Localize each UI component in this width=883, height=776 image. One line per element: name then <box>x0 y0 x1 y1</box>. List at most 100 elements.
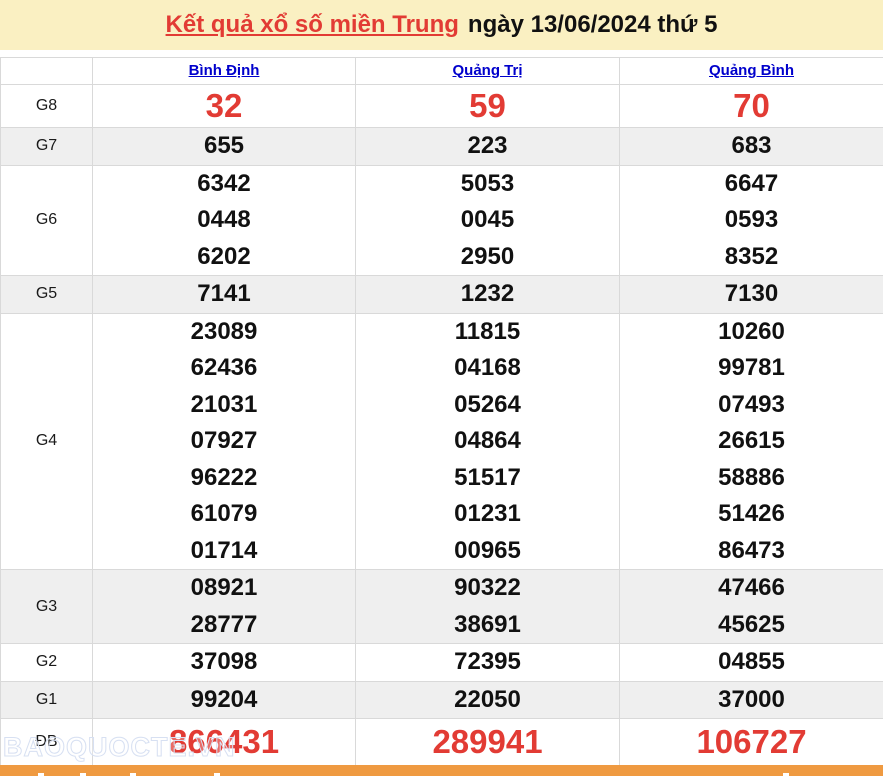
prize-value: 37000 <box>620 682 883 719</box>
prize-value: 6342 <box>93 166 355 203</box>
prize-cell: 04855 <box>620 644 883 682</box>
prize-value: 6647 <box>620 166 883 203</box>
prize-value: 866431 <box>93 719 355 765</box>
prize-value: 70 <box>620 85 883 127</box>
prize-cell: 72395 <box>356 644 620 682</box>
prize-value: 37098 <box>93 644 355 681</box>
title-link[interactable]: Kết quả xổ số miền Trung <box>166 11 459 39</box>
prize-label: G7 <box>1 128 93 166</box>
prize-value: 7130 <box>620 276 883 313</box>
column-header: Quảng Trị <box>356 58 620 85</box>
prize-value: 90322 <box>356 570 619 607</box>
prize-value: 99204 <box>93 682 355 719</box>
prize-row: G3089212877790322386914746645625 <box>1 570 883 644</box>
prize-row: G423089624362103107927962226107901714118… <box>1 313 883 570</box>
prize-value: 96222 <box>93 460 355 497</box>
prize-value: 04864 <box>356 423 619 460</box>
prize-value: 51517 <box>356 460 619 497</box>
prize-value: 2950 <box>356 239 619 276</box>
prize-value: 655 <box>93 128 355 165</box>
prize-cell: 289941 <box>356 719 620 766</box>
prize-cell: 505300452950 <box>356 165 620 276</box>
prize-cell: 664705938352 <box>620 165 883 276</box>
prize-cell: 59 <box>356 85 620 128</box>
prize-cell: 10260997810749326615588865142686473 <box>620 313 883 570</box>
prize-value: 72395 <box>356 644 619 681</box>
prize-row: G5714112327130 <box>1 276 883 314</box>
column-header-link[interactable]: Quảng Bình <box>709 62 794 79</box>
prize-cell: 223 <box>356 128 620 166</box>
prize-cell: 22050 <box>356 681 620 719</box>
prize-cell: 11815041680526404864515170123100965 <box>356 313 620 570</box>
prize-value: 59 <box>356 85 619 127</box>
prize-value: 5053 <box>356 166 619 203</box>
prize-value: 0045 <box>356 202 619 239</box>
prize-value: 86473 <box>620 533 883 570</box>
prize-row: G8325970 <box>1 85 883 128</box>
prize-value: 01231 <box>356 496 619 533</box>
column-header-link[interactable]: Bình Định <box>189 62 260 79</box>
prize-value: 47466 <box>620 570 883 607</box>
column-header-link[interactable]: Quảng Trị <box>452 62 522 79</box>
corner-cell <box>1 58 93 85</box>
bottom-bar <box>0 765 883 776</box>
prize-row: G6634204486202505300452950664705938352 <box>1 165 883 276</box>
prize-value: 51426 <box>620 496 883 533</box>
prize-value: 106727 <box>620 719 883 765</box>
prize-value: 32 <box>93 85 355 127</box>
prize-value: 07927 <box>93 423 355 460</box>
prize-value: 22050 <box>356 682 619 719</box>
prize-value: 08921 <box>93 570 355 607</box>
prize-cell: 683 <box>620 128 883 166</box>
prize-value: 38691 <box>356 607 619 644</box>
prize-value: 223 <box>356 128 619 165</box>
prize-cell: 32 <box>93 85 356 128</box>
prize-cell: 7141 <box>93 276 356 314</box>
prize-cell: 634204486202 <box>93 165 356 276</box>
column-header: Quảng Bình <box>620 58 883 85</box>
prize-value: 1232 <box>356 276 619 313</box>
prize-value: 0448 <box>93 202 355 239</box>
prize-value: 07493 <box>620 387 883 424</box>
prize-value: 7141 <box>93 276 355 313</box>
prize-cell: 655 <box>93 128 356 166</box>
prize-value: 23089 <box>93 314 355 351</box>
prize-value: 45625 <box>620 607 883 644</box>
prize-value: 21031 <box>93 387 355 424</box>
prize-value: 6202 <box>93 239 355 276</box>
prize-value: 62436 <box>93 350 355 387</box>
prize-label: G3 <box>1 570 93 644</box>
prize-cell: 1232 <box>356 276 620 314</box>
prize-cell: 4746645625 <box>620 570 883 644</box>
header-row: Bình Định Quảng Trị Quảng Bình <box>1 58 883 85</box>
prize-value: 10260 <box>620 314 883 351</box>
prize-cell: 9032238691 <box>356 570 620 644</box>
page-title: Kết quả xổ số miền Trung ngày 13/06/2024… <box>0 0 883 50</box>
prize-value: 289941 <box>356 719 619 765</box>
prize-row: G2370987239504855 <box>1 644 883 682</box>
prize-value: 8352 <box>620 239 883 276</box>
prize-value: 61079 <box>93 496 355 533</box>
prize-value: 05264 <box>356 387 619 424</box>
prize-value: 01714 <box>93 533 355 570</box>
prize-label: G2 <box>1 644 93 682</box>
prize-value: 04168 <box>356 350 619 387</box>
prize-value: 0593 <box>620 202 883 239</box>
prize-cell: 866431 <box>93 719 356 766</box>
prize-label: G4 <box>1 313 93 570</box>
prize-cell: 70 <box>620 85 883 128</box>
prize-cell: 37000 <box>620 681 883 719</box>
prize-cell: 23089624362103107927962226107901714 <box>93 313 356 570</box>
prize-row: ĐB866431289941106727 <box>1 719 883 766</box>
prize-cell: 37098 <box>93 644 356 682</box>
prize-row: G7655223683 <box>1 128 883 166</box>
prize-label: G5 <box>1 276 93 314</box>
prize-cell: 7130 <box>620 276 883 314</box>
prize-value: 99781 <box>620 350 883 387</box>
prize-value: 11815 <box>356 314 619 351</box>
prize-row: G1992042205037000 <box>1 681 883 719</box>
prize-value: 00965 <box>356 533 619 570</box>
prize-label: G1 <box>1 681 93 719</box>
prize-value: 28777 <box>93 607 355 644</box>
results-table: Bình ĐịnhQuảng TrịQuảng Bình G8325970G76… <box>0 57 883 766</box>
